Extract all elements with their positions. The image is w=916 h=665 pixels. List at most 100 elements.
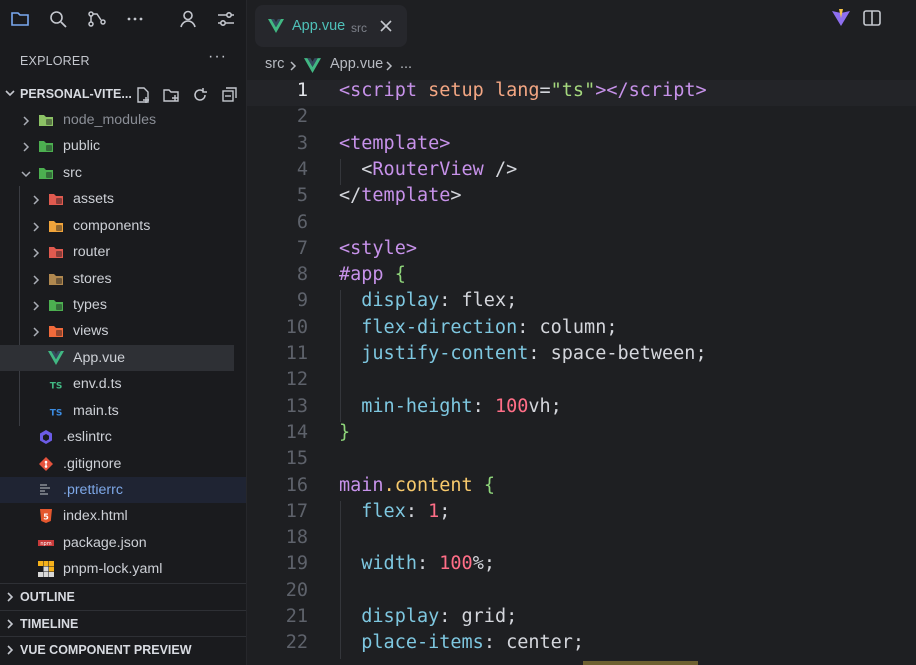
vite-logo-icon[interactable] xyxy=(831,8,851,28)
split-editor-icon[interactable] xyxy=(862,8,882,28)
more-icon[interactable] xyxy=(122,6,148,32)
tree-item[interactable]: .eslintrc xyxy=(0,424,246,450)
project-folder-row[interactable]: PERSONAL-VITE... xyxy=(0,82,246,107)
code-token: ; xyxy=(572,632,585,654)
code-token: setup xyxy=(428,80,484,101)
breadcrumb-file[interactable]: App.vue xyxy=(330,56,383,72)
code-token: 100 xyxy=(439,553,473,575)
chevron-down-icon xyxy=(21,171,31,178)
code-token: grid xyxy=(461,606,507,627)
account-icon[interactable] xyxy=(175,6,201,32)
refresh-icon[interactable] xyxy=(191,86,209,104)
code-token: <template> xyxy=(339,132,451,154)
line-code: <script setup lang="ts"></script> xyxy=(339,80,707,101)
tree-item[interactable]: views xyxy=(0,318,246,344)
tree-item-label: node_modules xyxy=(63,112,157,128)
code-line: 19 width: 100%; xyxy=(247,553,916,579)
breadcrumb-folder[interactable]: src xyxy=(265,56,284,72)
code-token: RouterView xyxy=(372,158,484,180)
tree-item[interactable]: TS env.d.ts xyxy=(0,371,246,397)
tree-item[interactable]: .prettierrc xyxy=(0,477,246,503)
close-icon[interactable] xyxy=(378,18,394,34)
code-token: { xyxy=(394,264,406,286)
code-line: 6 xyxy=(247,212,916,238)
code-token: ; xyxy=(506,290,518,312)
line-code: display: grid; xyxy=(339,606,517,627)
code-token: "ts" xyxy=(550,80,596,101)
node-folder-icon xyxy=(38,112,54,128)
tree-item[interactable]: npm package.json xyxy=(0,530,246,556)
tree-item[interactable]: public xyxy=(0,133,246,159)
line-number: 9 xyxy=(296,290,308,312)
tree-item[interactable]: node_modules xyxy=(0,107,246,133)
tree-item-label: assets xyxy=(73,191,115,207)
line-number: 14 xyxy=(285,421,308,443)
activity-bar xyxy=(0,0,247,38)
project-name: PERSONAL-VITE... xyxy=(20,87,132,101)
tab-dir-label: src xyxy=(351,21,367,35)
outline-section[interactable]: OUTLINE xyxy=(0,583,246,609)
code-token: vh xyxy=(528,395,551,417)
code-token: : xyxy=(439,290,462,312)
explorer-more-button[interactable]: ··· xyxy=(208,48,227,66)
tree-item[interactable]: pnpm-lock.yaml xyxy=(0,556,246,582)
tree-item[interactable]: App.vue xyxy=(0,345,234,371)
indent-guide xyxy=(340,290,341,422)
code-token: { xyxy=(483,474,495,496)
new-file-icon[interactable] xyxy=(134,86,152,104)
explorer-files-icon[interactable] xyxy=(7,6,33,32)
code-token: ; xyxy=(550,395,562,417)
explorer-title: EXPLORER xyxy=(20,54,90,68)
line-code: <style> xyxy=(339,238,417,259)
code-editor[interactable]: 1 <script setup lang="ts"></script> 2 3 <tem… xyxy=(247,80,916,665)
source-control-icon[interactable] xyxy=(84,6,110,32)
breadcrumb-ellipsis[interactable]: ... xyxy=(400,56,412,72)
vue-file-icon xyxy=(268,19,284,33)
line-code: <template> xyxy=(339,133,450,154)
collapse-all-icon[interactable] xyxy=(220,86,238,104)
tree-item[interactable]: 5 index.html xyxy=(0,503,246,529)
new-folder-icon[interactable] xyxy=(162,86,180,104)
tree-item[interactable]: .gitignore xyxy=(0,451,246,477)
tree-item-label: public xyxy=(63,138,101,154)
code-token: <style> xyxy=(339,237,417,259)
chevron-right-icon xyxy=(290,61,297,71)
code-token: 100 xyxy=(494,395,529,417)
code-token: > xyxy=(450,185,462,207)
code-token: template xyxy=(361,185,451,207)
line-number: 6 xyxy=(296,211,308,233)
tree-item[interactable]: router xyxy=(0,239,246,265)
code-token: ; xyxy=(439,500,451,522)
tab-app-vue[interactable]: App.vue src xyxy=(255,5,407,47)
code-token: ; xyxy=(606,316,618,338)
tree-item[interactable]: src xyxy=(0,160,246,186)
code-token: <script xyxy=(339,80,417,101)
code-token: place-items xyxy=(361,632,484,654)
code-token: justify-content xyxy=(361,343,529,364)
line-number: 5 xyxy=(296,185,308,207)
code-token: display xyxy=(361,606,440,627)
tree-item[interactable]: assets xyxy=(0,186,246,212)
vue-component-preview-section[interactable]: VUE COMPONENT PREVIEW xyxy=(0,636,246,662)
tree-item[interactable]: components xyxy=(0,213,246,239)
outline-label: OUTLINE xyxy=(20,590,75,604)
line-number: 2 xyxy=(296,106,308,128)
search-icon[interactable] xyxy=(45,6,71,32)
tree-item-label: router xyxy=(73,244,111,260)
timeline-section[interactable]: TIMELINE xyxy=(0,610,246,636)
tree-item[interactable]: types xyxy=(0,292,246,318)
code-token: : xyxy=(517,316,540,338)
tree-item[interactable]: stores xyxy=(0,266,246,292)
tree-item[interactable]: TS main.ts xyxy=(0,398,246,424)
code-line: 22 place-items: center; xyxy=(247,632,916,658)
code-token: } xyxy=(339,421,351,443)
settings-sliders-icon[interactable] xyxy=(213,6,239,32)
code-line: 17 flex: 1; xyxy=(247,501,916,527)
code-token: : xyxy=(405,500,429,522)
code-token: main xyxy=(339,474,384,496)
code-token: : xyxy=(528,343,551,364)
